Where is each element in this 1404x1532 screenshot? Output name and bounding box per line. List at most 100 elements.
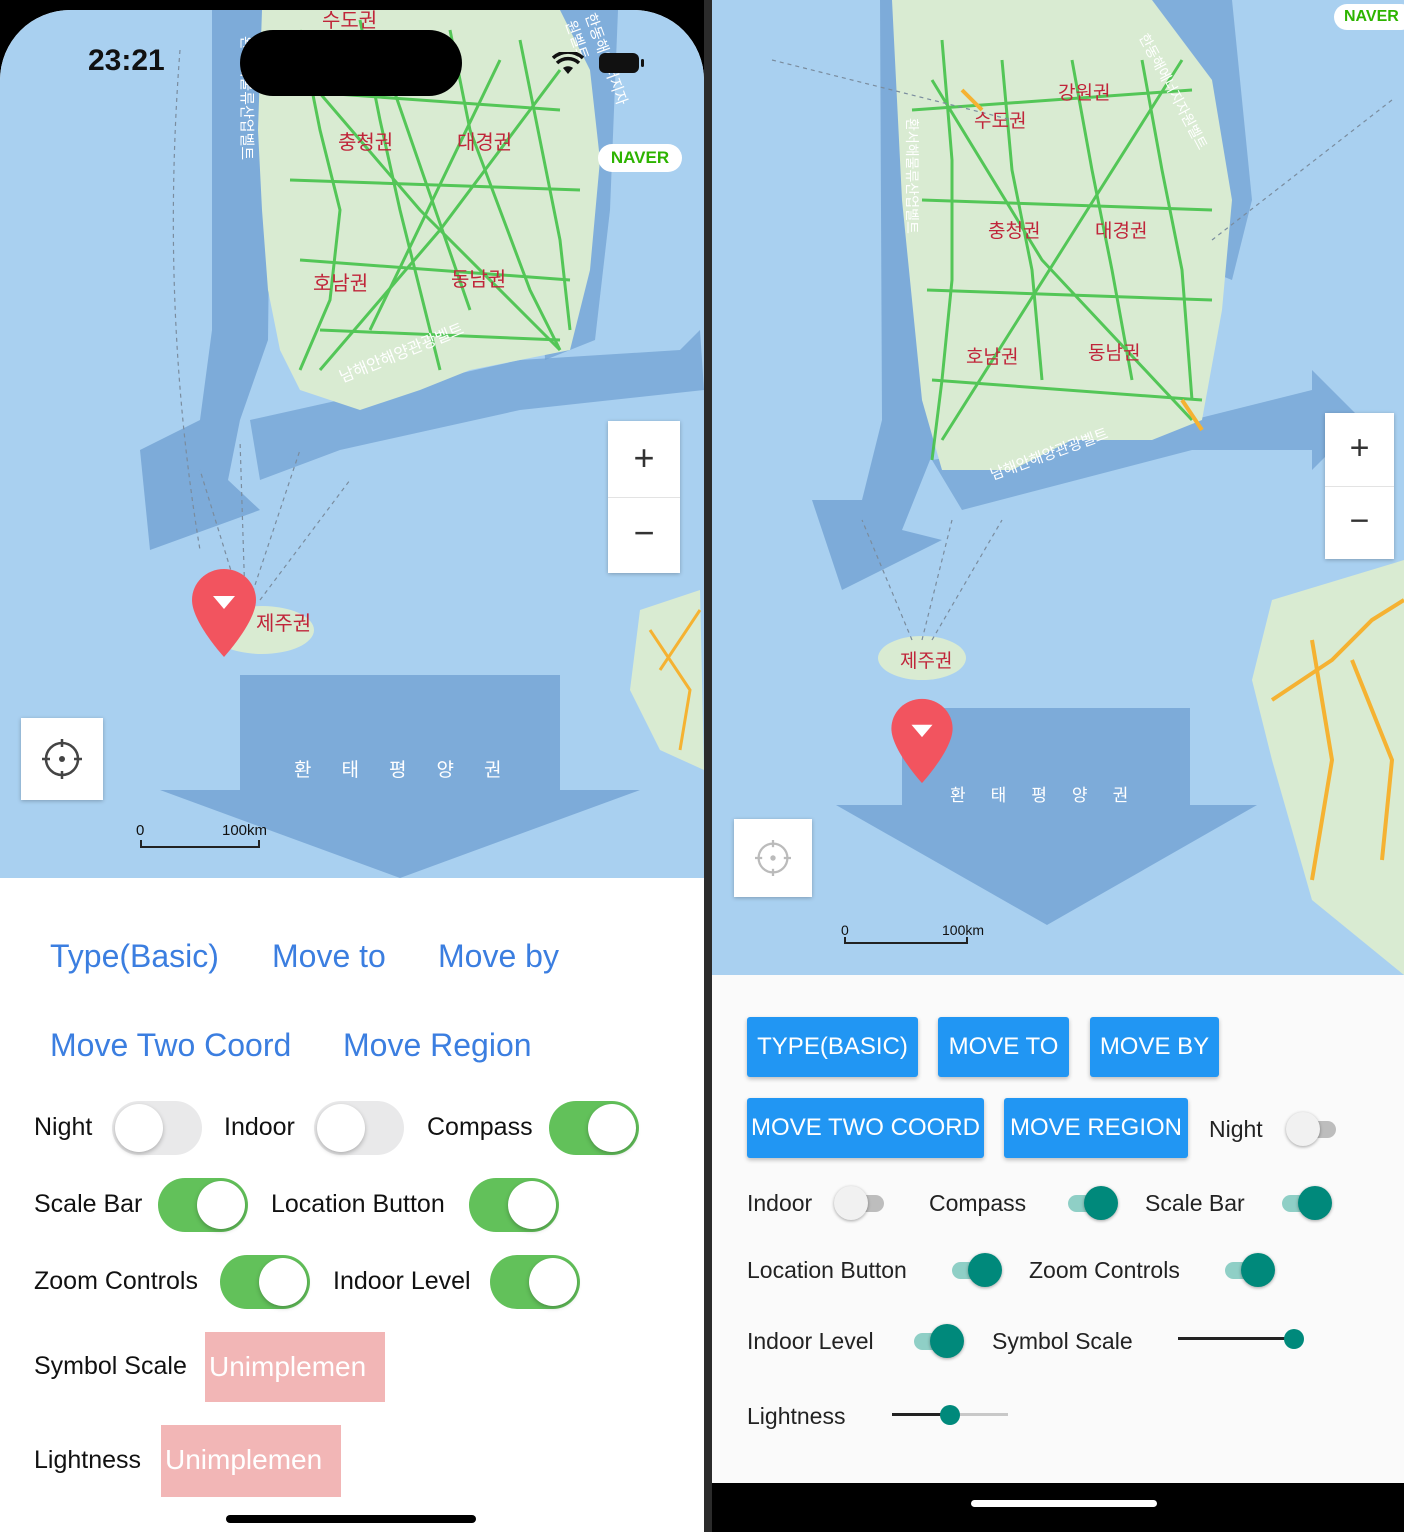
type-button[interactable]: TYPE(BASIC) (747, 1017, 918, 1077)
gesture-handle[interactable] (971, 1500, 1157, 1507)
location-button-switch[interactable] (946, 1249, 1002, 1289)
dynamic-island (240, 30, 462, 96)
switch-thumb (930, 1324, 964, 1358)
compass-toggle[interactable] (549, 1101, 639, 1155)
compass-label: Compass (427, 1113, 533, 1141)
scale-bar (844, 937, 968, 944)
compass-switch[interactable] (1062, 1182, 1118, 1222)
scale-bar-switch[interactable] (1276, 1182, 1332, 1222)
indoor-toggle[interactable] (314, 1101, 404, 1155)
move-two-coord-button[interactable]: MOVE TWO COORD (747, 1098, 984, 1158)
pacific-char: 권 (483, 759, 502, 781)
slider-fill (1178, 1337, 1294, 1340)
indoor-label: Indoor (224, 1113, 295, 1141)
zoom-controls-label: Zoom Controls (34, 1267, 198, 1295)
scale-bar (140, 840, 260, 848)
pacific-char: 양 (1071, 786, 1088, 806)
slider-thumb[interactable] (940, 1405, 960, 1425)
zoom-controls-label: Zoom Controls (1029, 1257, 1180, 1283)
night-switch[interactable] (1286, 1108, 1342, 1148)
lightness-slider[interactable] (892, 1403, 1008, 1427)
android-map-view[interactable]: 수도권 강원권 충청권 대경권 호남권 동남권 제주권 남해안해양관광벨트 환서… (712, 0, 1404, 975)
status-time: 23:21 (88, 44, 165, 77)
switch-thumb (834, 1186, 868, 1220)
scale-zero: 0 (136, 822, 145, 839)
symbol-scale-label: Symbol Scale (992, 1328, 1133, 1354)
switch-thumb (968, 1253, 1002, 1287)
scale-distance: 100km (222, 822, 268, 839)
indoor-level-label: Indoor Level (333, 1267, 471, 1295)
region-label-dongnam: 동남권 (451, 267, 507, 291)
move-by-button[interactable]: MOVE BY (1090, 1017, 1219, 1077)
indoor-level-switch[interactable] (908, 1320, 964, 1360)
scale-distance: 100km (942, 922, 985, 938)
switch-thumb (1241, 1253, 1275, 1287)
toggle-knob (529, 1258, 577, 1306)
zoom-out-button[interactable]: − (1325, 486, 1394, 559)
home-indicator[interactable] (226, 1515, 476, 1523)
location-button[interactable] (734, 819, 812, 897)
location-button-toggle[interactable] (469, 1178, 559, 1232)
region-label-daegyeong: 대경권 (457, 130, 513, 154)
crosshair-icon (755, 840, 791, 876)
zoom-in-button[interactable]: + (1325, 413, 1394, 487)
ios-device: 수도권 충청권 대경권 호남권 동남권 제주권 남해안해양관광벨트 환서해물류산… (0, 0, 704, 1532)
indoor-switch[interactable] (834, 1182, 890, 1222)
zoom-controls-toggle[interactable] (220, 1255, 310, 1309)
zoom-in-button[interactable]: + (608, 421, 680, 498)
region-label-sudogwon: 수도권 (974, 110, 1027, 132)
ios-map-view[interactable]: 수도권 충청권 대경권 호남권 동남권 제주권 남해안해양관광벨트 환서해물류산… (0, 10, 704, 878)
pacific-char: 환 (950, 786, 966, 806)
pacific-label: 환태평양권 (294, 755, 501, 782)
android-device: 수도권 강원권 충청권 대경권 호남권 동남권 제주권 남해안해양관광벨트 환서… (712, 0, 1404, 1532)
pacific-char: 권 (1112, 786, 1129, 806)
move-region-button[interactable]: Move Region (343, 1027, 532, 1064)
pacific-char: 평 (388, 759, 407, 781)
night-toggle[interactable] (112, 1101, 202, 1155)
symbol-scale-label: Symbol Scale (34, 1352, 187, 1380)
location-button-label: Location Button (747, 1257, 907, 1283)
move-to-button[interactable]: Move to (272, 938, 386, 975)
move-to-button[interactable]: MOVE TO (938, 1017, 1069, 1077)
region-label-daegyeong: 대경권 (1095, 220, 1148, 242)
location-marker-icon[interactable] (889, 697, 955, 785)
toggle-knob (259, 1258, 307, 1306)
region-label-chungcheong: 충청권 (988, 220, 1041, 242)
pacific-label: 환태평양권 (950, 781, 1128, 806)
region-label-dongnam: 동남권 (1088, 342, 1141, 364)
move-by-button[interactable]: Move by (438, 938, 559, 975)
symbol-scale-unimplemented: Unimplemen (205, 1332, 385, 1402)
wifi-icon (552, 52, 584, 74)
switch-thumb (1298, 1186, 1332, 1220)
compass-label: Compass (929, 1190, 1027, 1216)
toggle-knob (588, 1104, 636, 1152)
night-label: Night (34, 1113, 93, 1141)
scale-bar-toggle[interactable] (158, 1178, 248, 1232)
belt-label-west: 환서해물류산업벨트 (903, 118, 919, 234)
zoom-controls: + − (1325, 413, 1394, 559)
crosshair-icon (42, 739, 82, 779)
indoor-level-label: Indoor Level (747, 1328, 874, 1354)
location-button[interactable] (21, 718, 103, 800)
lightness-label: Lightness (747, 1403, 846, 1429)
toggle-knob (197, 1181, 245, 1229)
toggle-knob (115, 1104, 163, 1152)
region-label-gangwon: 강원권 (1058, 82, 1111, 104)
pacific-char: 태 (341, 759, 359, 781)
scale-bar-label: Scale Bar (1145, 1190, 1245, 1216)
location-marker-icon[interactable] (190, 567, 258, 659)
zoom-controls-switch[interactable] (1219, 1249, 1275, 1289)
type-button[interactable]: Type(Basic) (50, 938, 219, 975)
ios-screen: 수도권 충청권 대경권 호남권 동남권 제주권 남해안해양관광벨트 환서해물류산… (0, 10, 704, 1532)
scale-bar-label: Scale Bar (34, 1190, 143, 1218)
move-two-coord-button[interactable]: Move Two Coord (50, 1027, 291, 1064)
symbol-scale-slider[interactable] (1178, 1327, 1304, 1351)
switch-thumb (1286, 1112, 1320, 1146)
zoom-out-button[interactable]: − (608, 497, 680, 573)
slider-thumb[interactable] (1284, 1329, 1304, 1349)
indoor-level-toggle[interactable] (490, 1255, 580, 1309)
android-map-canvas (712, 0, 1404, 975)
zoom-controls: + − (608, 421, 680, 573)
move-region-button[interactable]: MOVE REGION (1004, 1098, 1188, 1158)
toggle-knob (317, 1104, 365, 1152)
